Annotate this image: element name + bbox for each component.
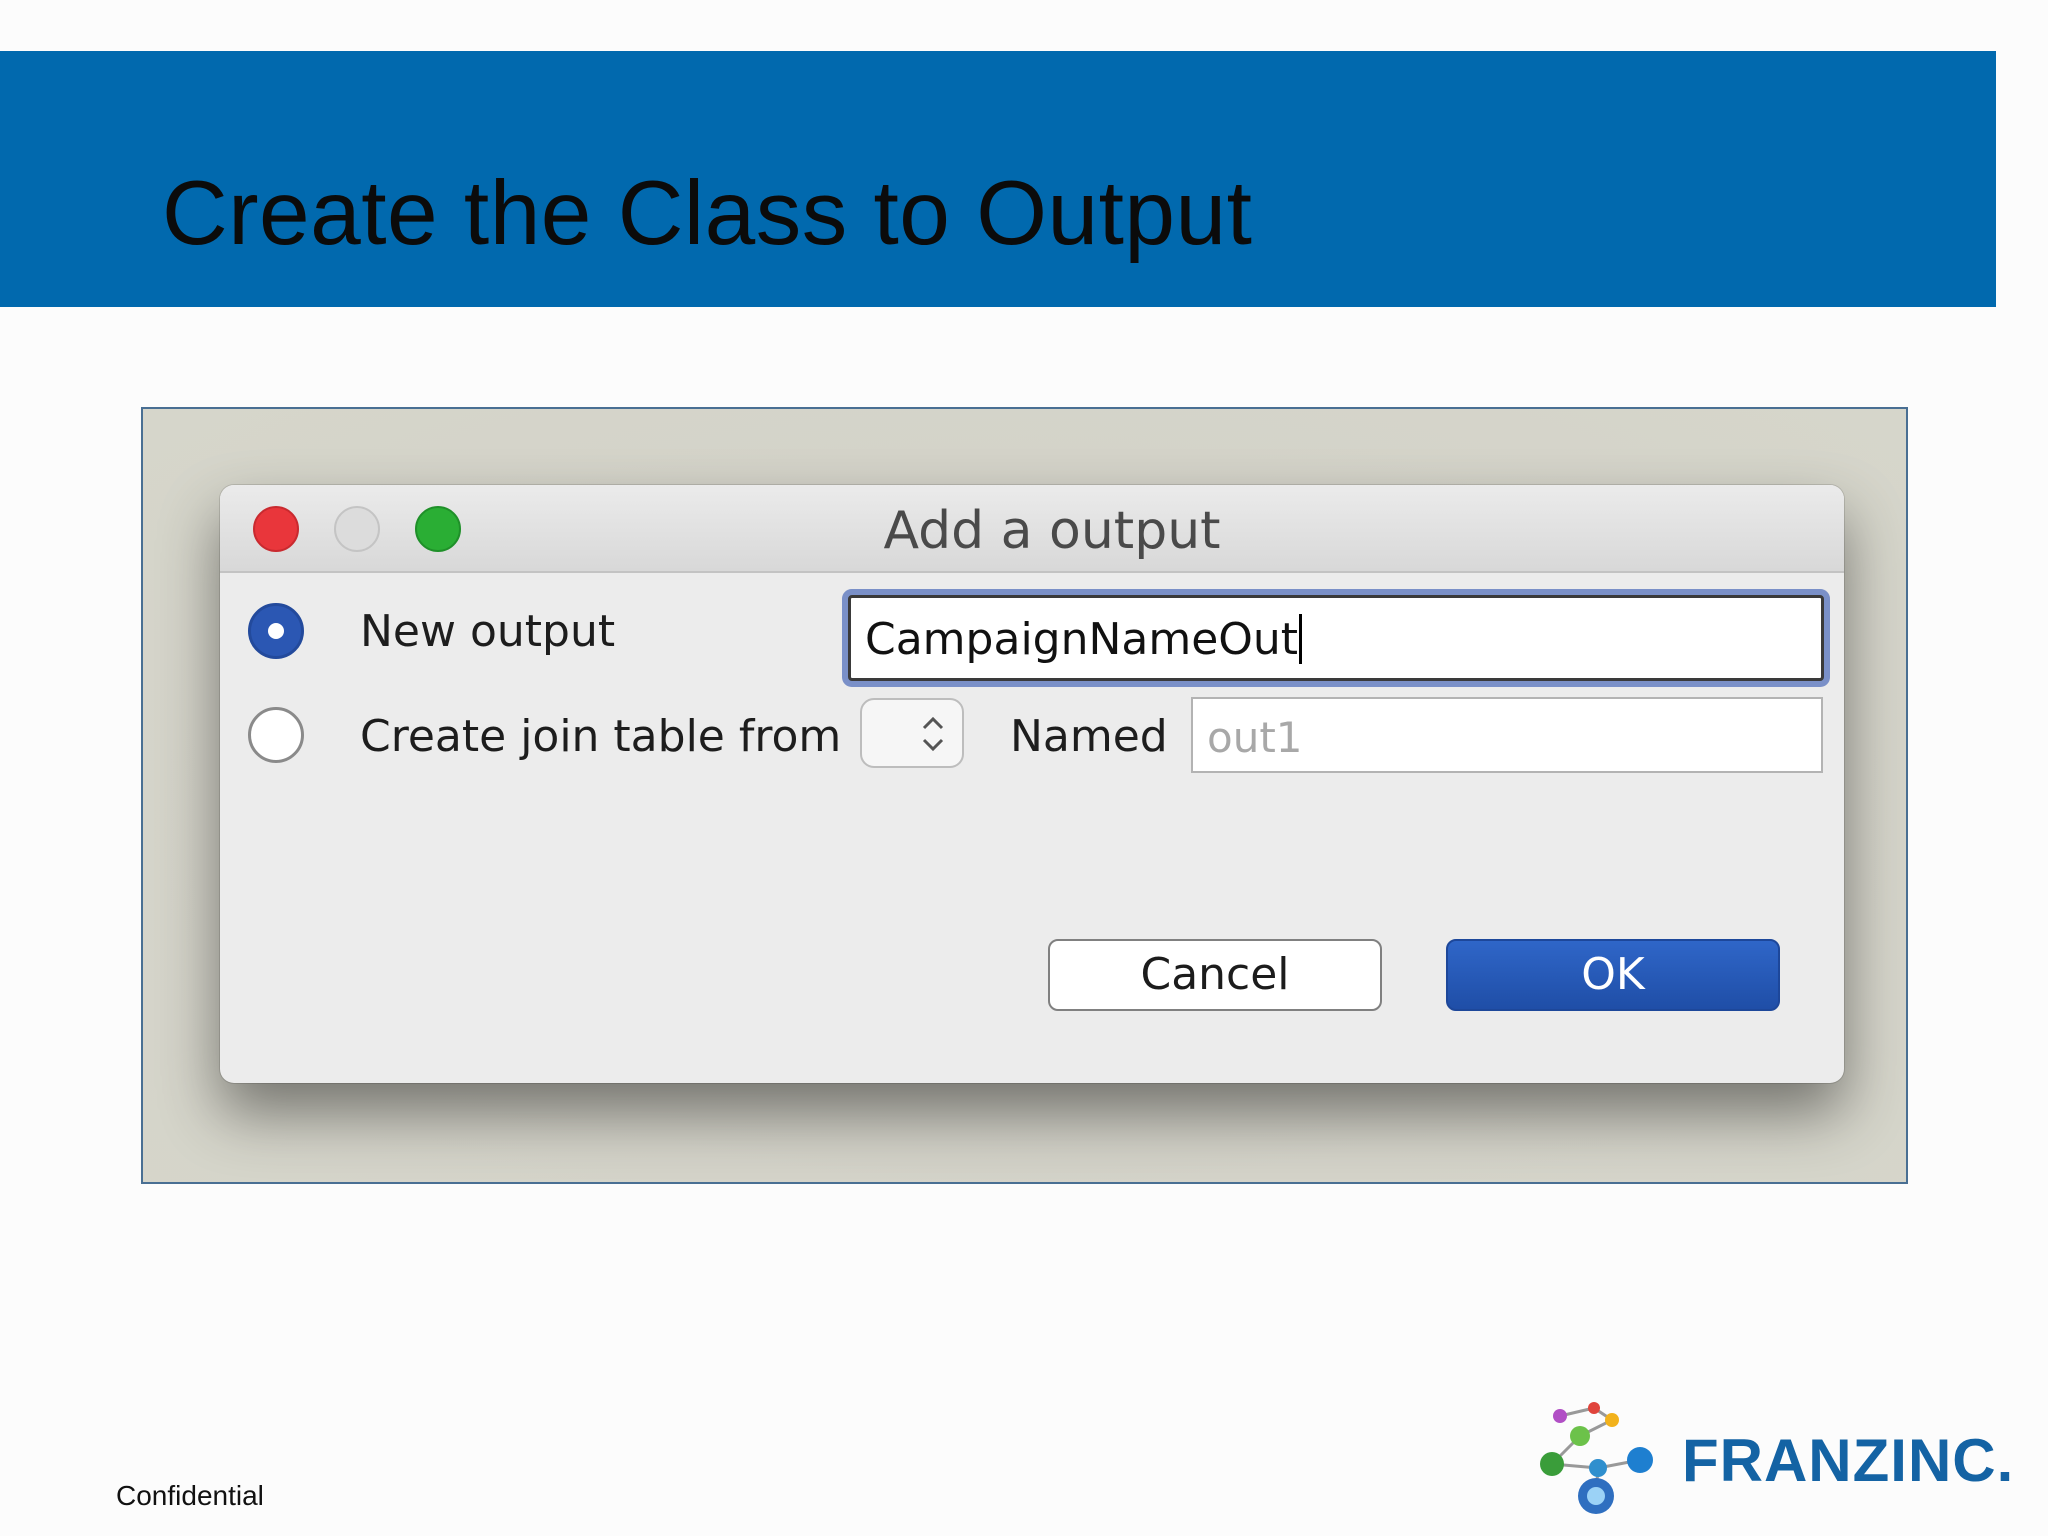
add-output-dialog: Add a output New output CampaignNameOut … — [220, 485, 1844, 1083]
franz-logo-text: FRANZINC. — [1682, 1427, 2015, 1494]
slide-title: Create the Class to Output — [162, 163, 1253, 264]
text-caret — [1299, 614, 1303, 664]
join-table-label[interactable]: Create join table from — [360, 715, 841, 759]
ok-button[interactable]: OK — [1446, 939, 1780, 1011]
named-placeholder: out1 — [1207, 713, 1303, 762]
dialog-titlebar[interactable]: Add a output — [220, 485, 1844, 573]
screenshot-frame: Add a output New output CampaignNameOut … — [141, 407, 1908, 1184]
new-output-label[interactable]: New output — [360, 610, 615, 654]
output-name-field[interactable]: CampaignNameOut — [848, 595, 1824, 681]
cancel-button[interactable]: Cancel — [1048, 939, 1382, 1011]
dialog-title: Add a output — [883, 501, 1221, 561]
updown-chevron-icon — [922, 716, 944, 752]
confidential-footer: Confidential — [116, 1480, 264, 1511]
join-table-radio[interactable] — [248, 707, 304, 763]
join-table-select[interactable] — [860, 698, 964, 768]
molecule-icon — [1540, 1402, 1653, 1514]
new-output-radio[interactable] — [248, 603, 304, 659]
output-name-value: CampaignNameOut — [865, 614, 1299, 665]
named-label: Named — [1010, 711, 1168, 762]
named-input[interactable]: out1 — [1191, 697, 1823, 773]
